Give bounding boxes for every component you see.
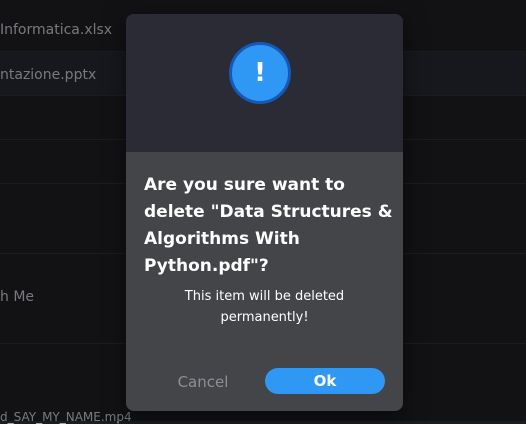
cancel-button[interactable]: Cancel bbox=[160, 369, 246, 395]
delete-confirm-dialog: ! Are you sure want to delete "Data Stru… bbox=[126, 14, 403, 411]
dialog-header: ! bbox=[126, 14, 403, 152]
ok-button[interactable]: Ok bbox=[265, 368, 385, 394]
exclamation-glyph: ! bbox=[254, 58, 266, 88]
dialog-question: Are you sure want to delete "Data Struct… bbox=[144, 175, 393, 276]
exclamation-icon: ! bbox=[229, 42, 291, 104]
dialog-note: This item will be deleted permanently! bbox=[184, 289, 345, 325]
